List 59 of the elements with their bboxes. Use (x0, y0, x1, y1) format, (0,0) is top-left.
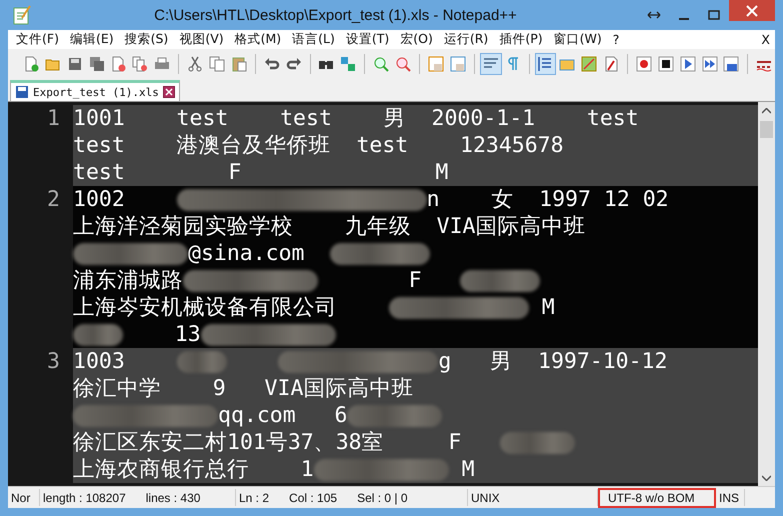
menu-item[interactable]: 宏(O) (394, 30, 438, 49)
line-number: 2 (46, 186, 61, 214)
status-text: lines : 430 (146, 490, 200, 504)
line-number: 1 (46, 105, 61, 133)
minimize-icon (679, 18, 689, 20)
floppy-icon (15, 85, 29, 99)
line-text: M (460, 456, 475, 483)
line-text: n 女 1997 12 02 (426, 186, 669, 213)
line-number: 3 (46, 348, 61, 376)
line-text: 13 (174, 321, 201, 348)
menu-item[interactable]: 窗口(W) (548, 30, 607, 49)
status-text: length : 108207 (43, 490, 126, 504)
line-text: 浦东浦城路 (73, 267, 183, 294)
scroll-thumb[interactable] (760, 121, 773, 138)
close-document-button[interactable]: X (755, 30, 775, 49)
vertical-scrollbar[interactable] (758, 102, 775, 486)
line-text: F (408, 267, 423, 294)
menu-item[interactable]: 视图(V) (173, 30, 229, 49)
status-text: Sel : 0 | 0 (357, 490, 408, 504)
status-text: Col : 105 (289, 490, 338, 504)
menu-item[interactable]: 设置(T) (340, 30, 394, 49)
line-text: 1003 (73, 348, 126, 375)
window-title: C:\Users\HTL\Desktop\Export_test (1).xls - Notepad++ (153, 6, 518, 24)
status-text: INS (719, 490, 740, 504)
line-text: 上海农商银行总行 1 (73, 456, 314, 483)
line-text: 徐汇中学 9 VIA国际高中班 (73, 375, 414, 402)
line-text: qq.com 6 (218, 402, 348, 429)
maximize-icon (708, 10, 720, 20)
redaction-blur (176, 350, 227, 372)
close-icon (746, 4, 758, 16)
line-text: 上海岑安机械设备有限公司 (73, 294, 338, 321)
line-text: 1001 test test 男 2000-1-1 test (73, 105, 639, 132)
close-button[interactable] (729, 0, 775, 21)
status-text: Ln : 2 (239, 490, 270, 504)
notepad-icon (12, 5, 32, 25)
close-icon[interactable] (162, 86, 175, 98)
line-text: @sina.com (188, 240, 306, 267)
menu-item[interactable]: 格式(M) (228, 30, 286, 49)
menu-item[interactable]: 语言(L) (286, 30, 340, 49)
line-text: test F M (73, 159, 448, 186)
indent-icon[interactable] (534, 53, 556, 75)
status-text: UNIX (471, 490, 500, 504)
menu-item[interactable]: 运行(R) (438, 30, 494, 49)
file-tab[interactable]: Export_test (1).xls (10, 80, 180, 101)
line-text: 1002 (73, 186, 126, 213)
wrap-icon[interactable] (480, 53, 502, 75)
line-text: M (540, 294, 555, 321)
line-text: 上海洋泾菊园实验学校 九年级 VIA国际高中班 (73, 213, 586, 240)
status-text: UTF-8 w/o BOM (608, 490, 695, 504)
menu-item[interactable]: 文件(F) (10, 30, 64, 49)
status-text: Nor (11, 490, 30, 504)
menu-item[interactable]: ? (606, 30, 624, 49)
menu-item[interactable]: 插件(P) (493, 30, 548, 49)
redaction-blur (73, 324, 123, 346)
line-text: 徐汇区东安二村101号37、38室 F (73, 429, 462, 456)
menu-item[interactable]: 编辑(E) (64, 30, 119, 49)
menu-item[interactable]: 搜索(S) (118, 30, 174, 49)
line-text: g 男 1997-10-12 (438, 348, 668, 375)
line-text: test 港澳台及华侨班 test 12345678 (73, 132, 564, 159)
